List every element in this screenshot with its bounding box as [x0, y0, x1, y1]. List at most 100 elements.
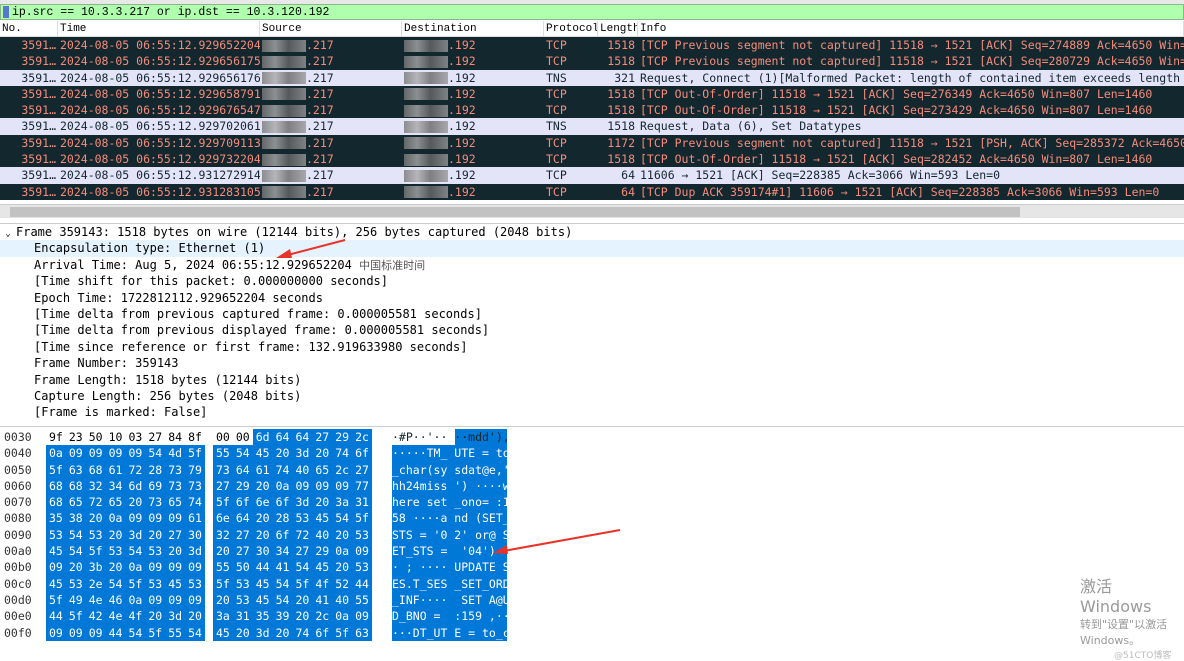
hex-byte[interactable]: 72: [292, 526, 313, 544]
hex-byte[interactable]: 3d: [292, 494, 313, 511]
column-destination[interactable]: Destination: [402, 21, 544, 36]
hex-byte[interactable]: 09: [105, 445, 126, 462]
hex-byte[interactable]: 6f: [352, 445, 372, 462]
hex-byte[interactable]: 39: [272, 608, 293, 625]
hex-byte[interactable]: 50: [86, 429, 106, 445]
detail-field[interactable]: [Time since reference or first frame: 13…: [0, 339, 1184, 355]
hex-bytes[interactable]: 53 54 53 20 3d 20 27 30 32 27 20 6f 72 40 20 53: [46, 526, 372, 544]
hex-byte[interactable]: 42: [85, 608, 106, 625]
hex-byte[interactable]: 09: [185, 591, 205, 609]
hex-byte[interactable]: 40: [332, 591, 353, 609]
hex-ascii[interactable]: D_BNO = :159 ,··: [392, 608, 507, 625]
hex-bytes[interactable]: 68 65 72 65 20 73 65 74 5f 6f 6e 6f 3d 20 3a 31: [46, 494, 372, 511]
hex-byte[interactable]: 31: [352, 494, 372, 511]
hex-byte[interactable]: 5f: [125, 575, 146, 592]
hex-byte[interactable]: 52: [332, 575, 353, 592]
hex-ascii[interactable]: STS = '0 2' or@ S: [392, 526, 507, 544]
hex-byte[interactable]: 3d: [252, 624, 273, 641]
hex-byte[interactable]: 0a: [46, 445, 66, 462]
hex-byte[interactable]: 6d: [125, 477, 146, 495]
column-time[interactable]: Time: [58, 21, 260, 36]
hex-byte[interactable]: 64: [272, 429, 293, 446]
hex-byte[interactable]: 20: [165, 543, 186, 560]
hex-byte[interactable]: 68: [85, 461, 106, 478]
display-filter-input[interactable]: ip.src == 10.3.3.217 or ip.dst == 10.3.1…: [12, 6, 329, 19]
hex-bytes[interactable]: 5f 63 68 61 72 28 73 79 73 64 61 74 40 65 2c 27: [46, 461, 372, 478]
hex-byte[interactable]: 6f: [312, 624, 333, 641]
hex-byte[interactable]: 49: [65, 591, 86, 609]
column-protocol[interactable]: Protocol: [544, 21, 598, 36]
hex-byte[interactable]: 63: [352, 624, 372, 641]
hex-byte[interactable]: 20: [252, 526, 273, 544]
detail-field[interactable]: [Time delta from previous displayed fram…: [0, 322, 1184, 338]
hex-byte[interactable]: 6e: [252, 494, 273, 511]
hex-byte[interactable]: 74: [272, 461, 293, 478]
hex-byte[interactable]: 35: [46, 510, 66, 527]
hex-byte[interactable]: 54: [145, 445, 166, 462]
frame-tree-item[interactable]: ⌄ Frame 359143: 1518 bytes on wire (12144…: [0, 224, 1184, 240]
hex-byte[interactable]: 45: [165, 575, 186, 592]
hex-line[interactable]: 0030 9f 23 50 10 03 27 84 8f 00 00 6d 64 64 27 29 2c ·#P·…: [0, 429, 1184, 446]
hex-byte[interactable]: 45: [46, 575, 66, 592]
hex-byte[interactable]: 09: [85, 624, 106, 641]
hex-byte[interactable]: 20: [332, 559, 353, 576]
hex-byte[interactable]: 53: [46, 526, 66, 544]
hex-byte[interactable]: 3d: [165, 608, 186, 625]
hex-byte[interactable]: 20: [145, 526, 166, 544]
hex-byte[interactable]: 72: [125, 461, 146, 478]
hex-byte[interactable]: 09: [145, 591, 166, 609]
hex-byte[interactable]: 40: [312, 526, 333, 544]
hex-byte[interactable]: 20: [185, 608, 205, 625]
hex-byte[interactable]: 09: [292, 477, 313, 495]
hex-bytes[interactable]: 35 38 20 0a 09 09 09 61 6e 64 20 28 53 45 54 5f: [46, 510, 372, 527]
hex-byte[interactable]: 34: [105, 477, 126, 495]
detail-field[interactable]: Frame Number: 359143: [0, 355, 1184, 371]
packet-row[interactable]: 3591… 2024-08-05 06:55:12.929652204.217.1…: [0, 37, 1184, 54]
hex-byte[interactable]: 54: [125, 624, 146, 641]
hex-byte[interactable]: 9f: [46, 429, 66, 445]
hex-ascii[interactable]: _char(sy sdat@e,': [392, 461, 507, 478]
hex-bytes[interactable]: 09 09 09 44 54 5f 55 54 45 20 3d 20 74 6f 5f 63: [46, 624, 372, 641]
hex-byte[interactable]: 53: [145, 575, 166, 592]
hex-byte[interactable]: 65: [165, 494, 186, 511]
hex-byte[interactable]: 53: [85, 526, 106, 544]
hex-byte[interactable]: 09: [125, 445, 146, 462]
hex-ascii[interactable]: hh24miss ') ····w: [392, 477, 507, 495]
hex-byte[interactable]: 20: [125, 494, 146, 511]
hex-bytes[interactable]: 9f 23 50 10 03 27 84 8f 00 00 6d 64 64 27 29 2c: [46, 429, 372, 446]
hex-byte[interactable]: 6d: [252, 429, 273, 446]
hex-byte[interactable]: 45: [252, 445, 273, 462]
hex-byte[interactable]: 20: [312, 445, 333, 462]
column-source[interactable]: Source: [260, 21, 402, 36]
column-info[interactable]: Info: [638, 21, 1184, 36]
hex-byte[interactable]: 5f: [46, 591, 66, 609]
hex-byte[interactable]: 10: [106, 429, 126, 445]
hex-line[interactable]: 0070 68 65 72 65 20 73 65 74 5f 6f 6e 6f 3d 20 3a 31 here…: [0, 494, 1184, 511]
hex-bytes[interactable]: 45 53 2e 54 5f 53 45 53 5f 53 45 54 5f 4f 52 44: [46, 575, 372, 592]
hex-byte[interactable]: 79: [185, 461, 205, 478]
hex-byte[interactable]: 55: [213, 445, 233, 462]
hex-byte[interactable]: 54: [272, 575, 293, 592]
hex-byte[interactable]: 50: [232, 559, 253, 576]
hex-byte[interactable]: 20: [85, 510, 106, 527]
hex-byte[interactable]: 30: [252, 543, 273, 560]
packet-row[interactable]: 3591… 2024-08-05 06:55:12.931283105.217.1…: [0, 183, 1184, 200]
hex-byte[interactable]: 68: [65, 477, 86, 495]
hex-bytes[interactable]: 45 54 5f 53 54 53 20 3d 20 27 30 34 27 29 0a 09: [46, 543, 372, 560]
hex-byte[interactable]: 45: [252, 591, 273, 609]
hex-byte[interactable]: 20: [312, 494, 333, 511]
hex-ascii[interactable]: ·····TM_ UTE = to: [392, 445, 507, 462]
hex-byte[interactable]: 69: [145, 477, 166, 495]
hex-byte[interactable]: 46: [105, 591, 126, 609]
hex-line[interactable]: 0040 0a 09 09 09 09 54 4d 5f 55 54 45 20 3d 20 74 6f ····…: [0, 445, 1184, 462]
hex-byte[interactable]: 3a: [213, 608, 233, 625]
hex-ascii[interactable]: _INF···· SET A@U: [392, 591, 507, 609]
hex-ascii[interactable]: ·#P··'·· ··mdd'),: [392, 429, 507, 446]
hex-byte[interactable]: 3d: [292, 445, 313, 462]
display-filter-bar[interactable]: ip.src == 10.3.3.217 or ip.dst == 10.3.1…: [0, 4, 1184, 20]
hex-byte[interactable]: 53: [292, 510, 313, 527]
hex-byte[interactable]: 55: [352, 591, 372, 609]
packet-row[interactable]: 3591… 2024-08-05 06:55:12.931272914.217.1…: [0, 167, 1184, 184]
hex-byte[interactable]: 73: [165, 477, 186, 495]
hex-byte[interactable]: 6f: [272, 494, 293, 511]
